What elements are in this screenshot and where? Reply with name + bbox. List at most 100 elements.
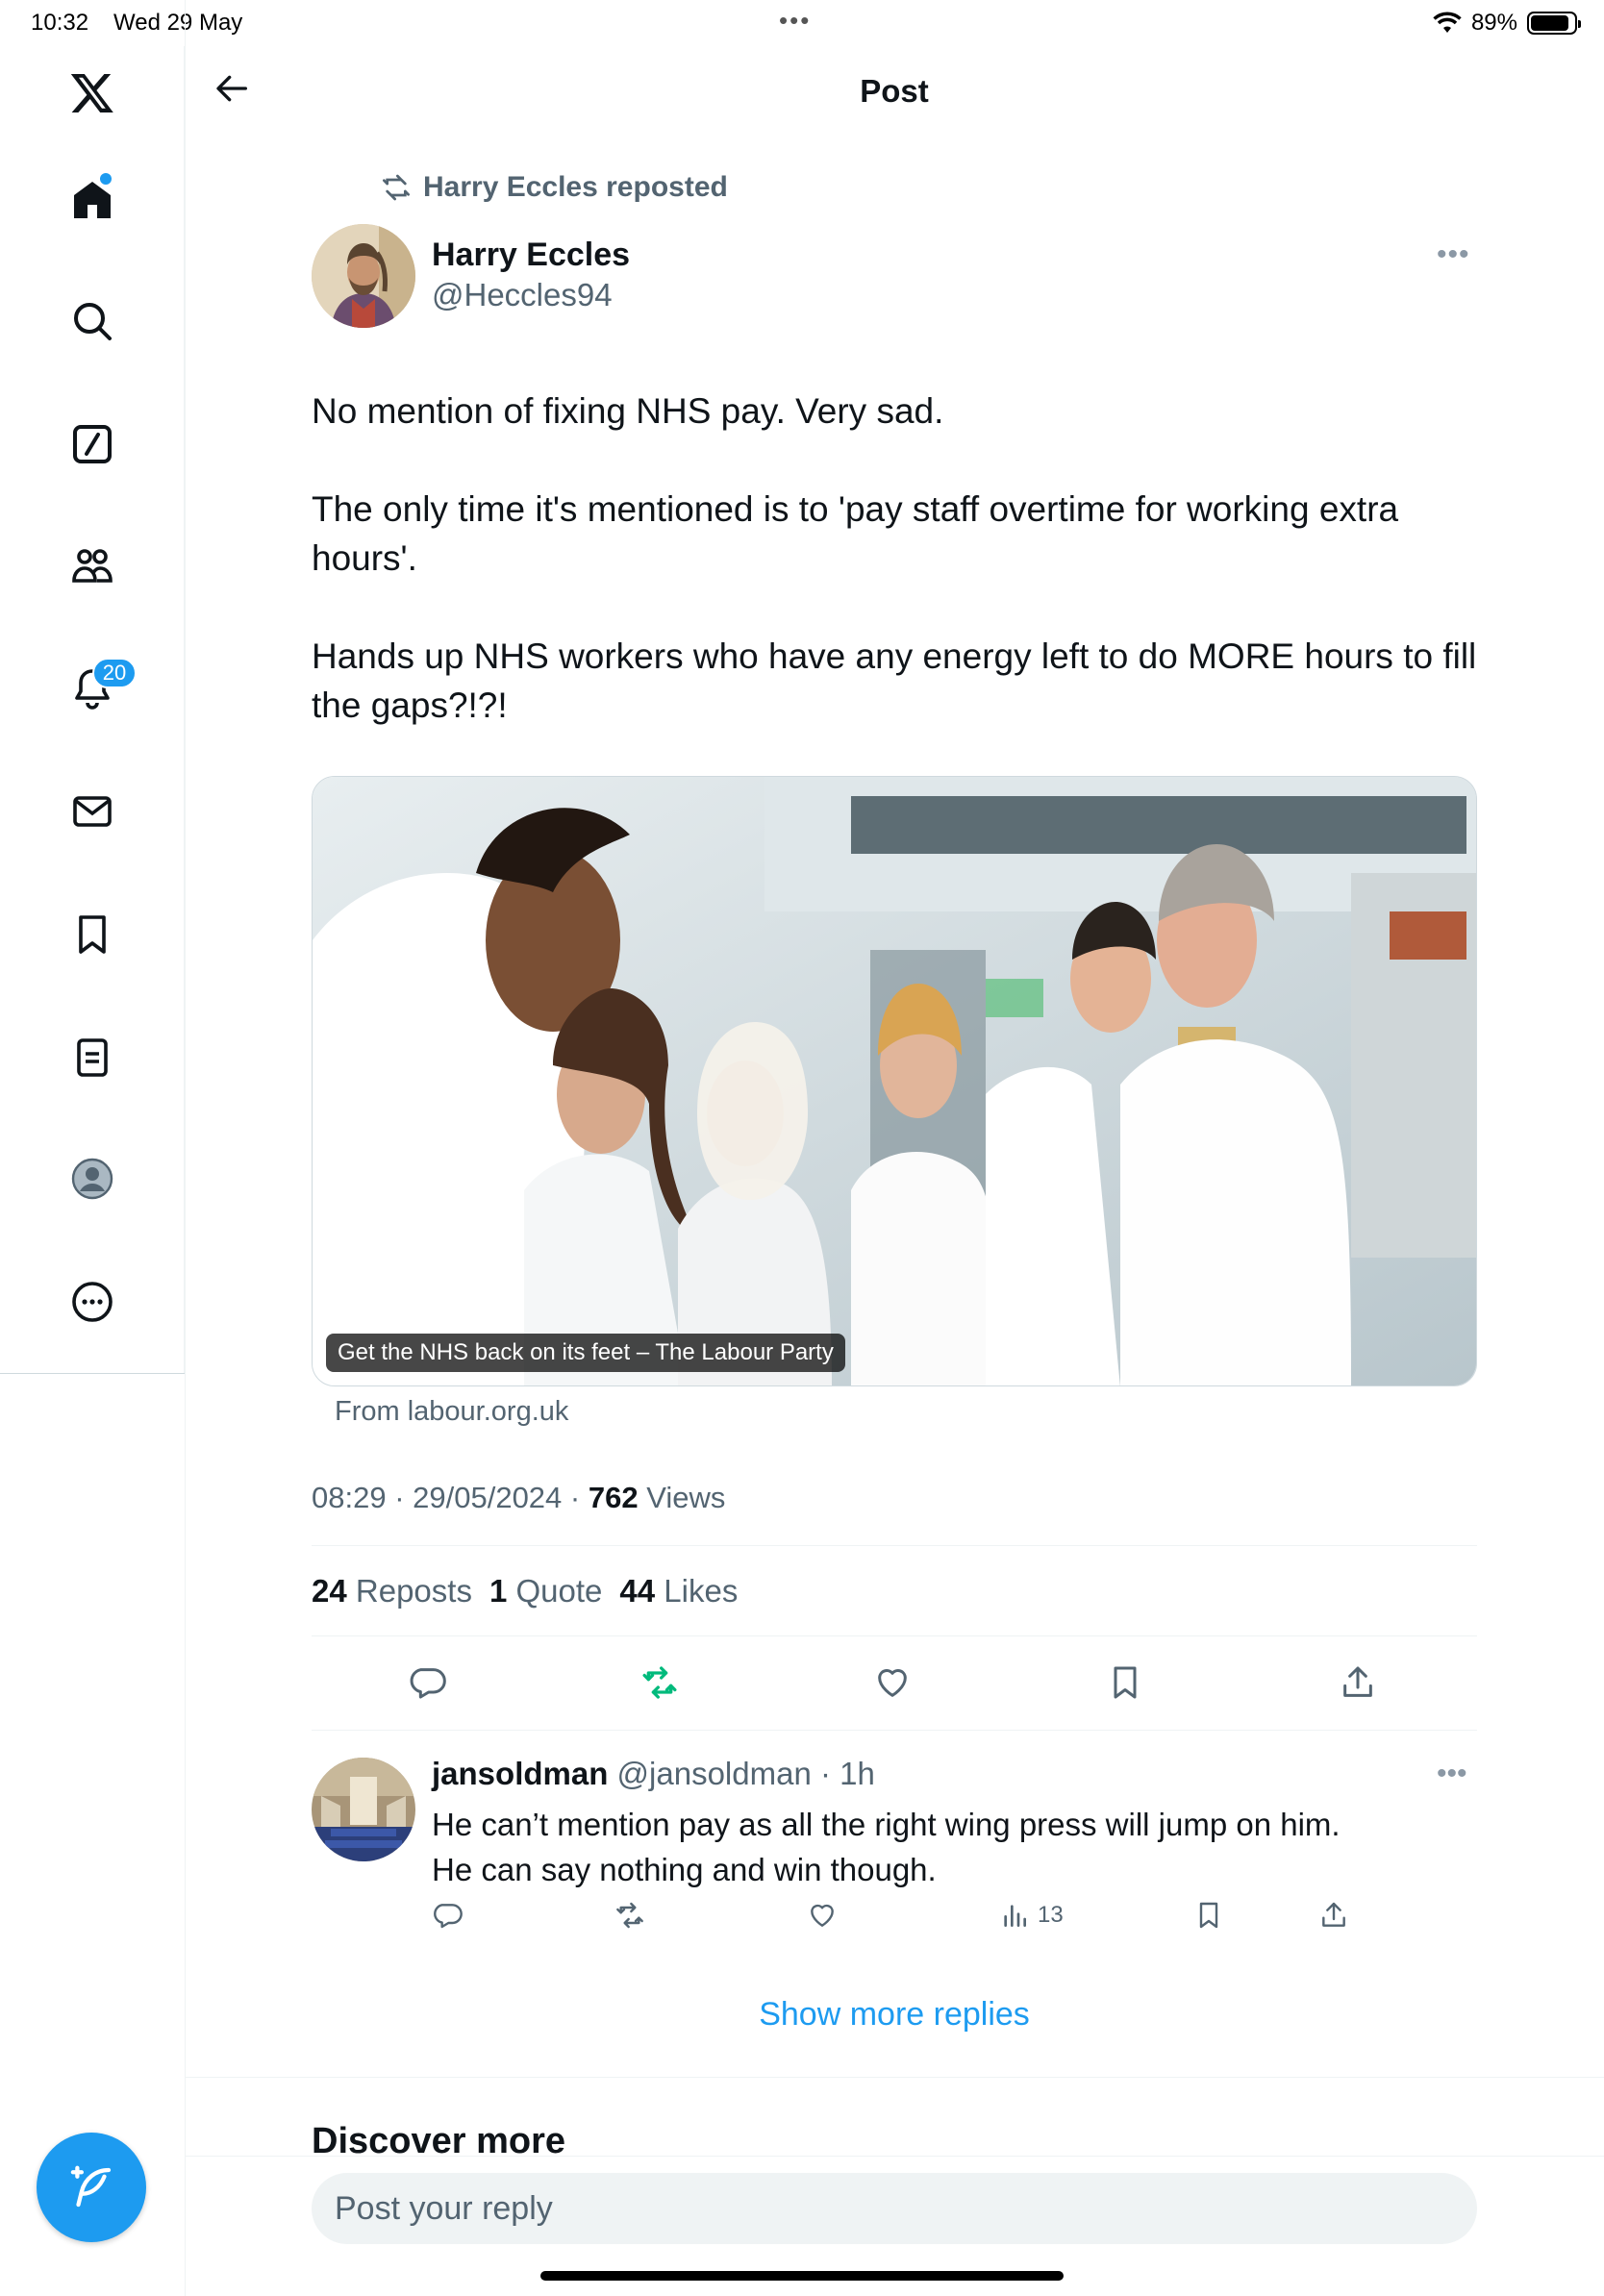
- reply-bookmark-button[interactable]: [1193, 1900, 1224, 1931]
- repost-indicator[interactable]: Harry Eccles reposted: [381, 171, 728, 204]
- repost-icon: [616, 1902, 643, 1929]
- divider: [185, 2156, 1604, 2157]
- sidebar-item-bookmarks[interactable]: [58, 900, 127, 969]
- like-button[interactable]: [864, 1654, 921, 1711]
- sidebar-item-home[interactable]: [58, 165, 127, 235]
- card-source: From labour.org.uk: [335, 1396, 569, 1427]
- status-time: 10:32: [31, 10, 89, 36]
- repost-label: Harry Eccles reposted: [423, 171, 728, 203]
- author-name[interactable]: Harry Eccles: [432, 237, 630, 274]
- x-logo-icon[interactable]: [58, 58, 127, 127]
- reply-more-menu-icon[interactable]: •••: [1437, 1758, 1467, 1790]
- status-bar: 10:32 Wed 29 May ••• 89%: [0, 0, 1604, 46]
- compose-feather-icon: [70, 2165, 112, 2208]
- reply-header: jansoldman @jansoldman · 1h: [432, 1756, 875, 1791]
- sidebar-item-lists[interactable]: [58, 1023, 127, 1092]
- quotes-stat[interactable]: 1 Quote: [489, 1573, 602, 1610]
- reply-input[interactable]: [312, 2173, 1477, 2244]
- wifi-icon: [1433, 12, 1462, 33]
- reply-author-avatar[interactable]: [312, 1758, 415, 1861]
- reply-repost-button[interactable]: [614, 1900, 645, 1931]
- quotes-count: 1: [489, 1573, 508, 1609]
- bookmark-icon: [1114, 1666, 1137, 1699]
- multitasking-dots-icon[interactable]: •••: [779, 6, 811, 36]
- battery-icon: [1527, 12, 1581, 35]
- sidebar-item-grok[interactable]: [58, 410, 127, 479]
- reply-share-button[interactable]: [1318, 1900, 1349, 1931]
- status-right: 89%: [1433, 10, 1581, 37]
- sidebar-item-messages[interactable]: [58, 777, 127, 846]
- repost-button[interactable]: [631, 1654, 689, 1711]
- reply-views-button[interactable]: 13: [999, 1900, 1064, 1931]
- likes-count: 44: [619, 1573, 656, 1609]
- page-title: Post: [860, 73, 929, 109]
- post-metadata: 08:29 · 29/05/2024 · 762 Views: [312, 1481, 726, 1514]
- column-divider: [185, 0, 186, 2296]
- sidebar-item-profile[interactable]: [58, 1144, 127, 1213]
- reply-composer[interactable]: [312, 2173, 1477, 2244]
- reply-action-bar: 13: [432, 1900, 1393, 1944]
- divider: [312, 1545, 1477, 1546]
- share-button[interactable]: [1329, 1654, 1387, 1711]
- reply-like-button[interactable]: [807, 1900, 838, 1931]
- divider: [312, 1730, 1477, 1731]
- heart-icon: [811, 1904, 834, 1927]
- likes-label: Likes: [664, 1573, 739, 1609]
- sidebar-divider: [0, 1373, 185, 1374]
- views-label: Views: [646, 1481, 726, 1514]
- sidebar-item-more[interactable]: [58, 1267, 127, 1336]
- post-text-paragraph: No mention of fixing NHS pay. Very sad.: [312, 391, 944, 431]
- show-more-replies-link[interactable]: Show more replies: [312, 1996, 1477, 2034]
- views-count: 762: [588, 1481, 639, 1514]
- discover-more-heading: Discover more: [312, 2121, 566, 2156]
- notification-badge: 20: [92, 658, 137, 688]
- share-icon: [1322, 1902, 1345, 1927]
- sidebar-item-communities[interactable]: [58, 531, 127, 600]
- lists-icon: [77, 1038, 108, 1077]
- reply-author-handle[interactable]: @jansoldman: [617, 1756, 812, 1791]
- reply-text: He can’t mention pay as all the right wi…: [432, 1802, 1451, 1892]
- post-time[interactable]: 08:29: [312, 1481, 387, 1514]
- status-date: Wed 29 May: [113, 10, 243, 36]
- compose-button[interactable]: [37, 2133, 146, 2242]
- bookmark-icon: [79, 915, 106, 954]
- post-text: No mention of fixing NHS pay. Very sad. …: [312, 387, 1477, 779]
- mail-icon: [73, 796, 112, 827]
- repost-icon: [642, 1666, 677, 1699]
- comment-icon: [434, 1904, 463, 1929]
- post-date[interactable]: 29/05/2024: [413, 1481, 562, 1514]
- reply-text-line: He can say nothing and win though.: [432, 1852, 937, 1887]
- quotes-label: Quote: [515, 1573, 603, 1609]
- sidebar-nav: 20: [0, 46, 185, 1373]
- sidebar-item-notifications[interactable]: 20: [58, 654, 137, 723]
- reply-text-line: He can’t mention pay as all the right wi…: [432, 1807, 1341, 1842]
- card-caption: Get the NHS back on its feet – The Labou…: [326, 1334, 845, 1372]
- reposts-stat[interactable]: 24 Reposts: [312, 1573, 472, 1610]
- profile-avatar-icon: [71, 1158, 113, 1200]
- reply-time[interactable]: 1h: [840, 1756, 875, 1791]
- home-indicator[interactable]: [540, 2271, 1064, 2281]
- link-preview-card[interactable]: Get the NHS back on its feet – The Labou…: [312, 776, 1477, 1386]
- divider: [312, 1635, 1477, 1636]
- author-handle[interactable]: @Heccles94: [432, 277, 613, 313]
- likes-stat[interactable]: 44 Likes: [619, 1573, 738, 1610]
- more-circle-icon: [72, 1282, 113, 1322]
- author-avatar[interactable]: [312, 224, 415, 328]
- sidebar-item-search[interactable]: [58, 287, 127, 356]
- home-notification-dot: [100, 173, 112, 185]
- reply-author-name[interactable]: jansoldman: [432, 1756, 608, 1791]
- divider: [185, 2077, 1604, 2078]
- post-more-menu-icon[interactable]: •••: [1437, 238, 1470, 271]
- bookmark-button[interactable]: [1096, 1654, 1154, 1711]
- bookmark-icon: [1199, 1902, 1218, 1929]
- comment-icon: [410, 1668, 446, 1699]
- post-text-paragraph: Hands up NHS workers who have any energy…: [312, 636, 1477, 725]
- reply-reply-button[interactable]: [432, 1900, 463, 1931]
- post-stats: 24 Reposts 1 Quote 44 Likes: [312, 1573, 738, 1610]
- communities-icon: [72, 549, 113, 583]
- reply-views-count: 13: [1038, 1902, 1064, 1928]
- heart-icon: [878, 1669, 907, 1697]
- link-preview-image: [313, 777, 1476, 1385]
- reply-button[interactable]: [398, 1654, 456, 1711]
- battery-level: [1531, 15, 1569, 31]
